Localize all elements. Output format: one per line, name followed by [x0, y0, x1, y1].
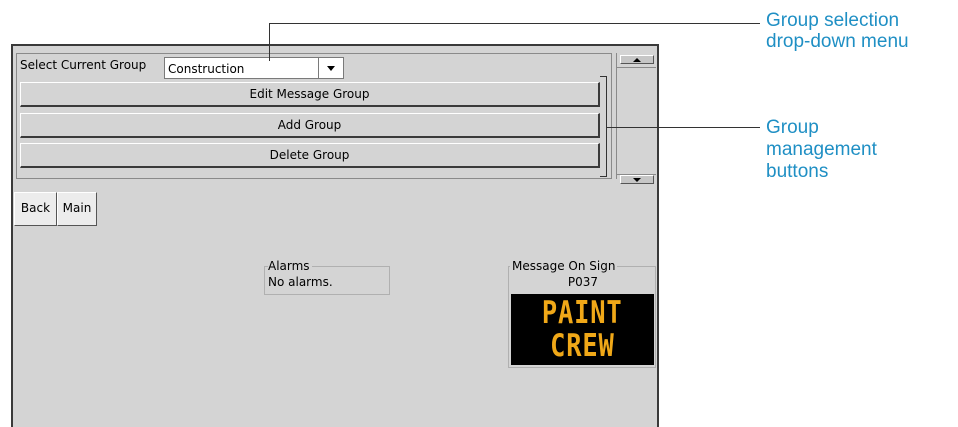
alarms-status-text: No alarms.	[268, 275, 333, 289]
buttons-callout-line-2: management	[766, 139, 877, 160]
sign-display: PAINT CREW	[511, 294, 654, 365]
scroll-up-button[interactable]	[620, 55, 654, 64]
scroll-down-button[interactable]	[620, 175, 654, 184]
sign-message-id: P037	[567, 275, 599, 289]
sign-line-1: PAINT	[542, 294, 623, 331]
buttons-callout-line-3: buttons	[766, 161, 829, 182]
main-button[interactable]: Main	[57, 192, 97, 226]
buttons-callout-leader	[607, 127, 760, 128]
dropdown-arrow-button[interactable]	[318, 58, 343, 78]
scroll-track[interactable]	[617, 67, 656, 175]
delete-group-button[interactable]: Delete Group	[20, 143, 600, 168]
sign-line-2: CREW	[550, 327, 615, 364]
buttons-callout-line-1: Group	[766, 117, 819, 138]
chevron-down-icon	[327, 65, 335, 71]
scroll-down-arrow-icon	[633, 177, 641, 182]
add-group-button[interactable]: Add Group	[20, 113, 600, 138]
dropdown-callout-leader-horizontal	[269, 23, 760, 24]
buttons-callout-bracket-top	[600, 76, 607, 77]
back-button[interactable]: Back	[14, 192, 57, 226]
group-select-value: Construction	[168, 62, 245, 76]
alarms-title: Alarms	[268, 258, 312, 274]
panel-scrollbar[interactable]	[616, 53, 656, 184]
dropdown-callout-line-1: Group selection	[766, 10, 900, 31]
dropdown-callout-line-2: drop-down menu	[766, 31, 909, 52]
group-select-dropdown[interactable]: Construction	[164, 57, 344, 79]
dropdown-callout-leader-vertical	[269, 23, 270, 61]
select-group-label: Select Current Group	[20, 58, 147, 72]
buttons-callout-bracket-bottom	[600, 176, 607, 177]
edit-message-group-button[interactable]: Edit Message Group	[20, 82, 600, 107]
message-on-sign-title: Message On Sign	[510, 258, 618, 274]
scroll-up-arrow-icon	[633, 57, 641, 62]
